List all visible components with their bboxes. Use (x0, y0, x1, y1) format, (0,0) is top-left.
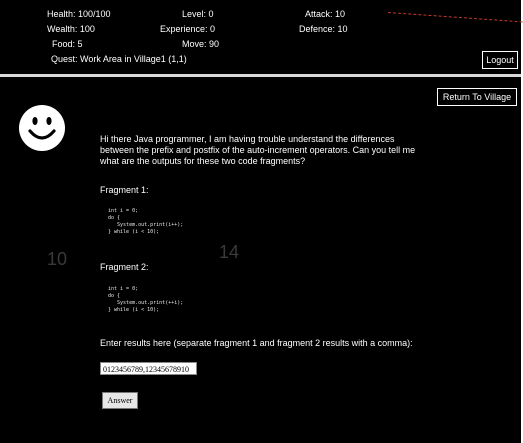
answer-prompt: Enter results here (separate fragment 1 … (100, 338, 413, 348)
attack-stat: Attack: 10 (305, 9, 346, 19)
smiley-face-icon (19, 105, 65, 151)
return-to-village-button[interactable]: Return To Village (437, 88, 517, 106)
experience-stat: Experience: 0 (160, 24, 216, 34)
fragment-2-label: Fragment 2: (100, 262, 149, 272)
answer-button[interactable]: Answer (102, 392, 138, 409)
logout-button[interactable]: Logout (482, 51, 518, 69)
ghost-number-right: 14 (219, 242, 240, 262)
fragment-1-code: int i = 0; do { System.out.print(i++); }… (108, 208, 184, 235)
game-window: Health: 100/100 Level: 0 Attack: 10 Weal… (0, 0, 521, 443)
npc-question-text: Hi there Java programmer, I am having tr… (100, 134, 416, 166)
stats-panel: Health: 100/100 Level: 0 Attack: 10 Weal… (0, 0, 521, 73)
food-stat: Food: 5 (52, 39, 83, 49)
level-stat: Level: 0 (182, 9, 214, 19)
fragment-2-code: int i = 0; do { System.out.print(++i); }… (108, 286, 184, 313)
defence-stat: Defence: 10 (299, 24, 348, 34)
health-stat: Health: 100/100 (47, 9, 111, 19)
quest-stat: Quest: Work Area in Village1 (1,1) (51, 54, 187, 64)
answer-input[interactable]: 0123456789,12345678910 (100, 362, 197, 375)
ghost-number-left: 10 (47, 249, 68, 269)
quest-dialog: Return To Village Hi there Java programm… (0, 77, 521, 443)
move-stat: Move: 90 (182, 39, 220, 49)
wealth-stat: Wealth: 100 (47, 24, 95, 34)
fragment-1-label: Fragment 1: (100, 185, 149, 195)
